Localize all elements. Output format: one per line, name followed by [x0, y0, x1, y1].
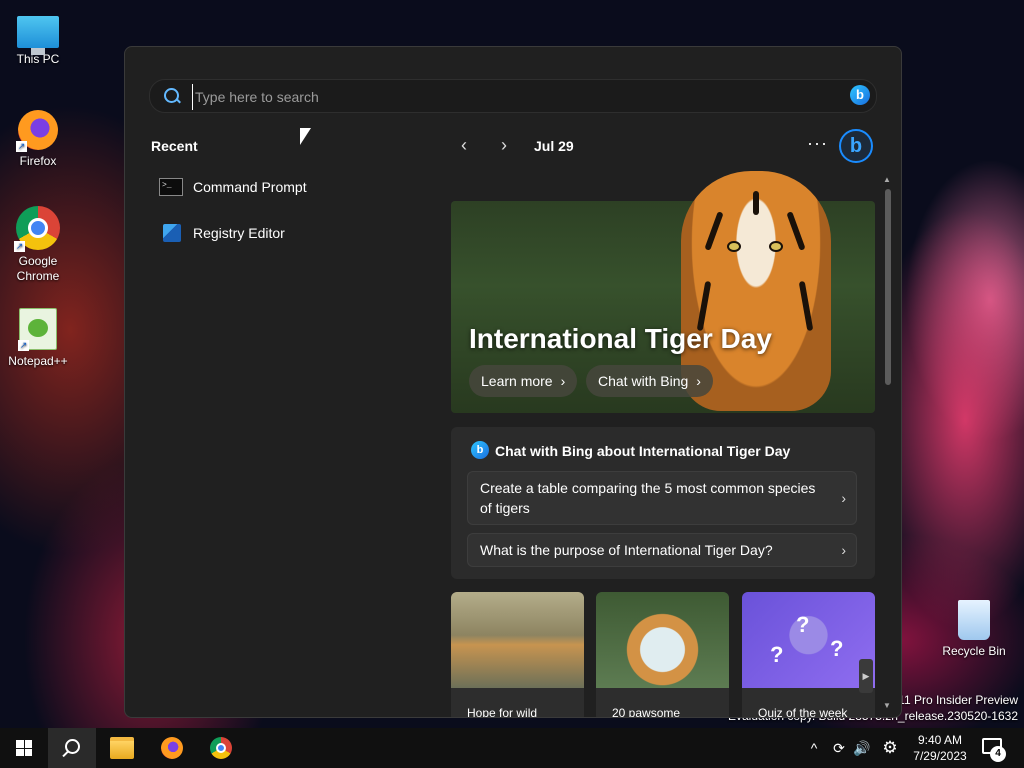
- learn-more-button[interactable]: Learn more ›: [469, 365, 578, 397]
- desktop-icon-recycle-bin[interactable]: Recycle Bin: [938, 600, 1010, 659]
- tile-image: ? ? ?: [742, 592, 875, 688]
- chevron-right-icon: ›: [696, 373, 701, 389]
- bing-icon: b: [471, 441, 489, 459]
- suggestion-label: What is the purpose of International Tig…: [480, 542, 773, 558]
- taskbar-clock[interactable]: 9:40 AM 7/29/2023: [904, 732, 976, 764]
- suggestion-label: Create a table comparing the 5 most comm…: [480, 480, 816, 516]
- chevron-right-icon: ›: [841, 542, 846, 558]
- firefox-icon: [161, 737, 183, 759]
- desktop-icon-this-pc[interactable]: This PC: [2, 10, 74, 67]
- highlight-date: Jul 29: [534, 138, 574, 154]
- desktop-icon-firefox[interactable]: ↗ Firefox: [2, 110, 74, 169]
- previous-button[interactable]: ‹: [461, 135, 467, 156]
- bing-suggestion[interactable]: Create a table comparing the 5 most comm…: [467, 471, 857, 525]
- desktop-icon-label: Google Chrome: [16, 254, 60, 283]
- windows-logo-icon: [16, 740, 32, 756]
- tile-image: [596, 592, 729, 688]
- taskbar-chrome[interactable]: [197, 728, 245, 768]
- command-prompt-icon: >_: [159, 178, 183, 196]
- tile-card[interactable]: Hope for wild: [451, 592, 584, 718]
- desktop-icon-chrome[interactable]: ↗ Google Chrome: [2, 206, 74, 284]
- button-label: Learn more: [481, 373, 553, 389]
- desktop-icon-label: Recycle Bin: [942, 644, 1006, 658]
- taskbar-file-explorer[interactable]: [98, 728, 146, 768]
- desktop-icon-notepadpp[interactable]: ↗ Notepad++: [2, 308, 74, 369]
- watermark-line1: s 11 Pro Insider Preview: [888, 693, 1018, 707]
- chrome-icon: ↗: [14, 206, 60, 252]
- bing-card-heading: Chat with Bing about International Tiger…: [495, 443, 791, 459]
- computer-icon: [17, 16, 59, 55]
- desktop-icon-label: Firefox: [19, 154, 57, 168]
- shortcut-arrow-icon: ↗: [16, 141, 27, 152]
- search-input[interactable]: [192, 84, 817, 110]
- scroll-up-icon[interactable]: ▲: [883, 175, 891, 184]
- clock-date: 7/29/2023: [913, 749, 967, 763]
- show-hidden-icons-button[interactable]: ^: [804, 728, 824, 768]
- chevron-right-icon: ›: [560, 373, 566, 389]
- hero-card[interactable]: International Tiger Day Learn more › Cha…: [451, 171, 875, 413]
- notepadpp-icon: ↗: [18, 308, 57, 351]
- tile-card[interactable]: 20 pawsome: [596, 592, 729, 718]
- bing-chat-button[interactable]: b: [839, 129, 873, 163]
- network-sync-icon[interactable]: ⟳: [828, 728, 850, 768]
- recent-item-registry-editor[interactable]: Registry Editor: [159, 219, 285, 247]
- recycle-bin-icon: [958, 600, 990, 640]
- scrollbar-thumb[interactable]: [885, 189, 891, 385]
- speaker-icon[interactable]: 🔊: [852, 728, 872, 768]
- more-options-button[interactable]: ···: [807, 133, 828, 154]
- taskbar: ^ ⟳ 🔊 ⚙ 9:40 AM 7/29/2023 4: [0, 728, 1024, 768]
- desktop-icon-label: Notepad++: [8, 354, 68, 368]
- scrollbar[interactable]: ▲ ▼: [883, 175, 893, 715]
- tile-caption: Quiz of the week: [758, 706, 848, 718]
- tile-card[interactable]: ? ? ? Quiz of the week: [742, 592, 875, 718]
- chevron-right-icon: ›: [841, 490, 846, 506]
- chrome-icon: [210, 737, 232, 759]
- search-box[interactable]: b: [149, 79, 877, 113]
- recent-item-label: Command Prompt: [193, 179, 307, 195]
- settings-gear-icon[interactable]: ⚙: [878, 728, 902, 768]
- folder-icon: [110, 737, 134, 759]
- tile-caption: Hope for wild: [467, 706, 538, 718]
- tile-image: [451, 592, 584, 688]
- search-icon: [164, 88, 179, 103]
- shortcut-arrow-icon: ↗: [14, 241, 25, 252]
- bing-suggestion[interactable]: What is the purpose of International Tig…: [467, 533, 857, 567]
- search-panel: b Recent >_ Command Prompt Registry Edit…: [124, 46, 902, 718]
- clock-time: 9:40 AM: [917, 733, 963, 747]
- bing-chat-card: b Chat with Bing about International Tig…: [451, 427, 875, 579]
- recent-item-label: Registry Editor: [193, 225, 285, 241]
- hero-title: International Tiger Day: [469, 323, 772, 354]
- button-label: Chat with Bing: [598, 373, 689, 389]
- mouse-cursor-icon: [300, 128, 311, 145]
- tile-caption: 20 pawsome: [612, 706, 681, 718]
- taskbar-firefox[interactable]: [148, 728, 196, 768]
- registry-editor-icon: [163, 224, 181, 242]
- next-button[interactable]: ›: [501, 135, 507, 156]
- scroll-down-icon[interactable]: ▼: [883, 701, 891, 710]
- search-icon: [64, 738, 80, 754]
- bing-icon[interactable]: b: [850, 85, 870, 105]
- firefox-icon: ↗: [16, 110, 58, 152]
- scroll-right-button[interactable]: ▶: [859, 659, 873, 693]
- shortcut-arrow-icon: ↗: [18, 340, 29, 351]
- taskbar-search-button[interactable]: [48, 728, 96, 768]
- start-button[interactable]: [0, 728, 48, 768]
- recent-item-command-prompt[interactable]: >_ Command Prompt: [159, 173, 307, 201]
- chat-with-bing-button[interactable]: Chat with Bing ›: [586, 365, 713, 397]
- notification-count-badge: 4: [990, 746, 1006, 762]
- recent-heading: Recent: [151, 138, 198, 154]
